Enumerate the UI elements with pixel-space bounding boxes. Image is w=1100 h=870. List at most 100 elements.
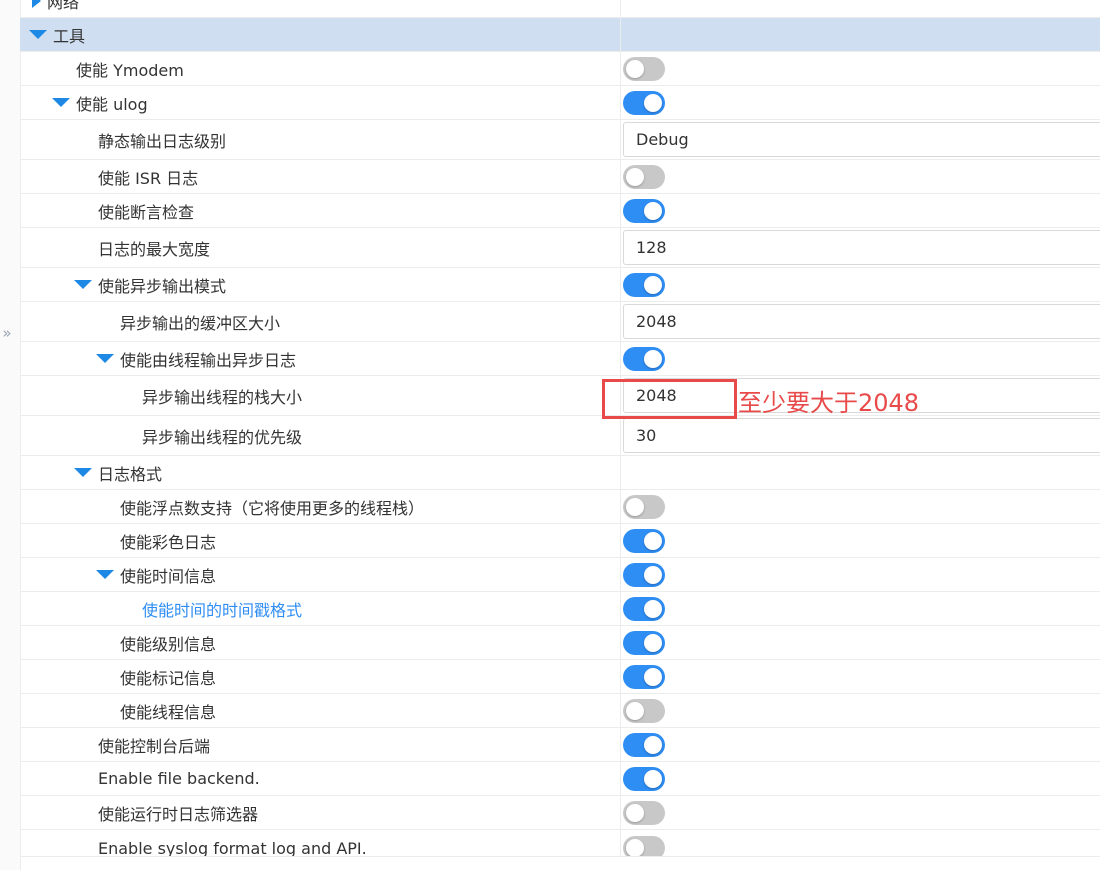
tree-row-async-thread[interactable]: 使能由线程输出异步日志 [20, 342, 1100, 376]
tree-label-text: 使能时间信息 [120, 566, 217, 586]
annotation-highlight-box [602, 379, 737, 419]
tree-label-text: 使能异步输出模式 [98, 276, 227, 296]
tree-label: 使能线程信息 [120, 694, 216, 727]
tree-row-syslog[interactable]: Enable syslog format log and API. [20, 830, 1100, 857]
tree-row-console-backend[interactable]: 使能控制台后端 [20, 728, 1100, 762]
row-value [623, 490, 1100, 523]
tree-label: 异步输出线程的优先级 [142, 416, 302, 455]
toggle-switch[interactable] [623, 272, 665, 297]
toggle-switch[interactable] [623, 732, 665, 757]
tree-label: 异步输出线程的栈大小 [142, 376, 302, 415]
toggle-switch[interactable] [623, 630, 665, 655]
row-value [623, 160, 1100, 193]
tree-row-tag-info[interactable]: 使能标记信息 [20, 660, 1100, 694]
left-gutter: » [0, 0, 21, 870]
tree-row-thread-info[interactable]: 使能线程信息 [20, 694, 1100, 728]
tree-label-text: 使能彩色日志 [120, 532, 217, 552]
tree-label: 使能控制台后端 [98, 728, 210, 761]
tree-row-level-info[interactable]: 使能级别信息 [20, 626, 1100, 660]
toggle-switch[interactable] [623, 698, 665, 723]
tree-row-ymodem[interactable]: 使能 Ymodem [20, 52, 1100, 86]
toggle-switch[interactable] [623, 164, 665, 189]
toggle-switch[interactable] [623, 766, 665, 791]
annotation-note: 至少要大于2048 [738, 389, 920, 417]
tree-label-text: Enable syslog format log and API. [98, 838, 367, 857]
row-value [623, 592, 1100, 625]
tree-label: 使能时间信息 [96, 558, 216, 591]
row-value [623, 52, 1100, 85]
caret-down-icon[interactable] [74, 468, 92, 477]
tree-row-timestamp[interactable]: 使能时间的时间戳格式 [20, 592, 1100, 626]
tree-label: 工具 [29, 18, 85, 51]
tree-row-async-buffer[interactable]: 异步输出的缓冲区大小 2048 [20, 302, 1100, 342]
expand-panel-icon[interactable]: » [0, 322, 14, 344]
row-value [623, 342, 1100, 375]
tree-label-text: 日志格式 [98, 464, 163, 484]
toggle-switch[interactable] [623, 800, 665, 825]
tree-row-network[interactable]: 网络 [20, 0, 1100, 18]
tree-label-text: 使能线程信息 [120, 702, 217, 722]
tree-row-static-log-level[interactable]: 静态输出日志级别 Debug [20, 120, 1100, 160]
tree-row-thread-priority[interactable]: 异步输出线程的优先级 30 [20, 416, 1100, 456]
tree-row-float[interactable]: 使能浮点数支持（它将使用更多的线程栈） [20, 490, 1100, 524]
row-value: Debug [623, 120, 1100, 159]
tree-label-text: 异步输出的缓冲区大小 [120, 313, 281, 333]
tree-label: 使能 Ymodem [76, 52, 184, 85]
tree-row-async-mode[interactable]: 使能异步输出模式 [20, 268, 1100, 302]
toggle-switch[interactable] [623, 494, 665, 519]
toggle-switch[interactable] [623, 198, 665, 223]
row-value: 2048 [623, 302, 1100, 341]
caret-down-icon[interactable] [52, 98, 70, 107]
tree-label-text: 使能浮点数支持（它将使用更多的线程栈） [120, 498, 425, 518]
toggle-switch[interactable] [623, 528, 665, 553]
tree-label: 日志格式 [74, 456, 162, 489]
toggle-switch[interactable] [623, 562, 665, 587]
tree-label: 使能时间的时间戳格式 [142, 592, 302, 625]
toggle-switch[interactable] [623, 346, 665, 371]
tree-row-log-format[interactable]: 日志格式 [20, 456, 1100, 490]
caret-down-icon[interactable] [96, 354, 114, 363]
number-field[interactable]: 128 [623, 230, 1100, 265]
tree-label-text: 异步输出线程的栈大小 [142, 387, 303, 407]
row-value [623, 194, 1100, 227]
toggle-switch[interactable] [623, 836, 665, 856]
tree-label-text[interactable]: 使能时间的时间戳格式 [142, 597, 302, 621]
tree-row-color-log[interactable]: 使能彩色日志 [20, 524, 1100, 558]
tree-label-text: 使能 Ymodem [76, 60, 184, 80]
tree-label: 使能 ISR 日志 [98, 160, 198, 193]
tree-label-text: 工具 [53, 26, 86, 46]
toggle-switch[interactable] [623, 56, 665, 81]
caret-down-icon[interactable] [29, 30, 47, 39]
tree-row-assert[interactable]: 使能断言检查 [20, 194, 1100, 228]
tree-row-thread-stack[interactable]: 异步输出线程的栈大小 2048 [20, 376, 1100, 416]
row-value [623, 524, 1100, 557]
row-value [623, 626, 1100, 659]
tree-label: 使能运行时日志筛选器 [98, 796, 258, 829]
row-value [623, 694, 1100, 727]
tree-row-isr-log[interactable]: 使能 ISR 日志 [20, 160, 1100, 194]
tree-row-file-backend[interactable]: Enable file backend. [20, 762, 1100, 796]
tree-label-text: Enable file backend. [98, 769, 260, 788]
toggle-switch[interactable] [623, 90, 665, 115]
row-value [623, 660, 1100, 693]
tree-row-time-info[interactable]: 使能时间信息 [20, 558, 1100, 592]
row-value [623, 728, 1100, 761]
tree-label-text: 使能运行时日志筛选器 [98, 804, 259, 824]
tree-row-runtime-filter[interactable]: 使能运行时日志筛选器 [20, 796, 1100, 830]
tree-row-max-width[interactable]: 日志的最大宽度 128 [20, 228, 1100, 268]
caret-down-icon[interactable] [74, 280, 92, 289]
tree-label-text: 使能标记信息 [120, 668, 217, 688]
select-field[interactable]: Debug [623, 122, 1100, 157]
number-field[interactable]: 30 [623, 418, 1100, 453]
tree-label-text: 使能由线程输出异步日志 [120, 350, 297, 370]
toggle-switch[interactable] [623, 664, 665, 689]
tree-row-tools[interactable]: 工具 [20, 18, 1100, 52]
caret-down-icon[interactable] [96, 570, 114, 579]
toggle-switch[interactable] [623, 596, 665, 621]
caret-right-icon[interactable] [32, 0, 41, 8]
tree-label-text: 使能断言检查 [98, 202, 195, 222]
row-value [623, 86, 1100, 119]
row-value [623, 268, 1100, 301]
tree-row-ulog[interactable]: 使能 ulog [20, 86, 1100, 120]
number-field[interactable]: 2048 [623, 304, 1100, 339]
